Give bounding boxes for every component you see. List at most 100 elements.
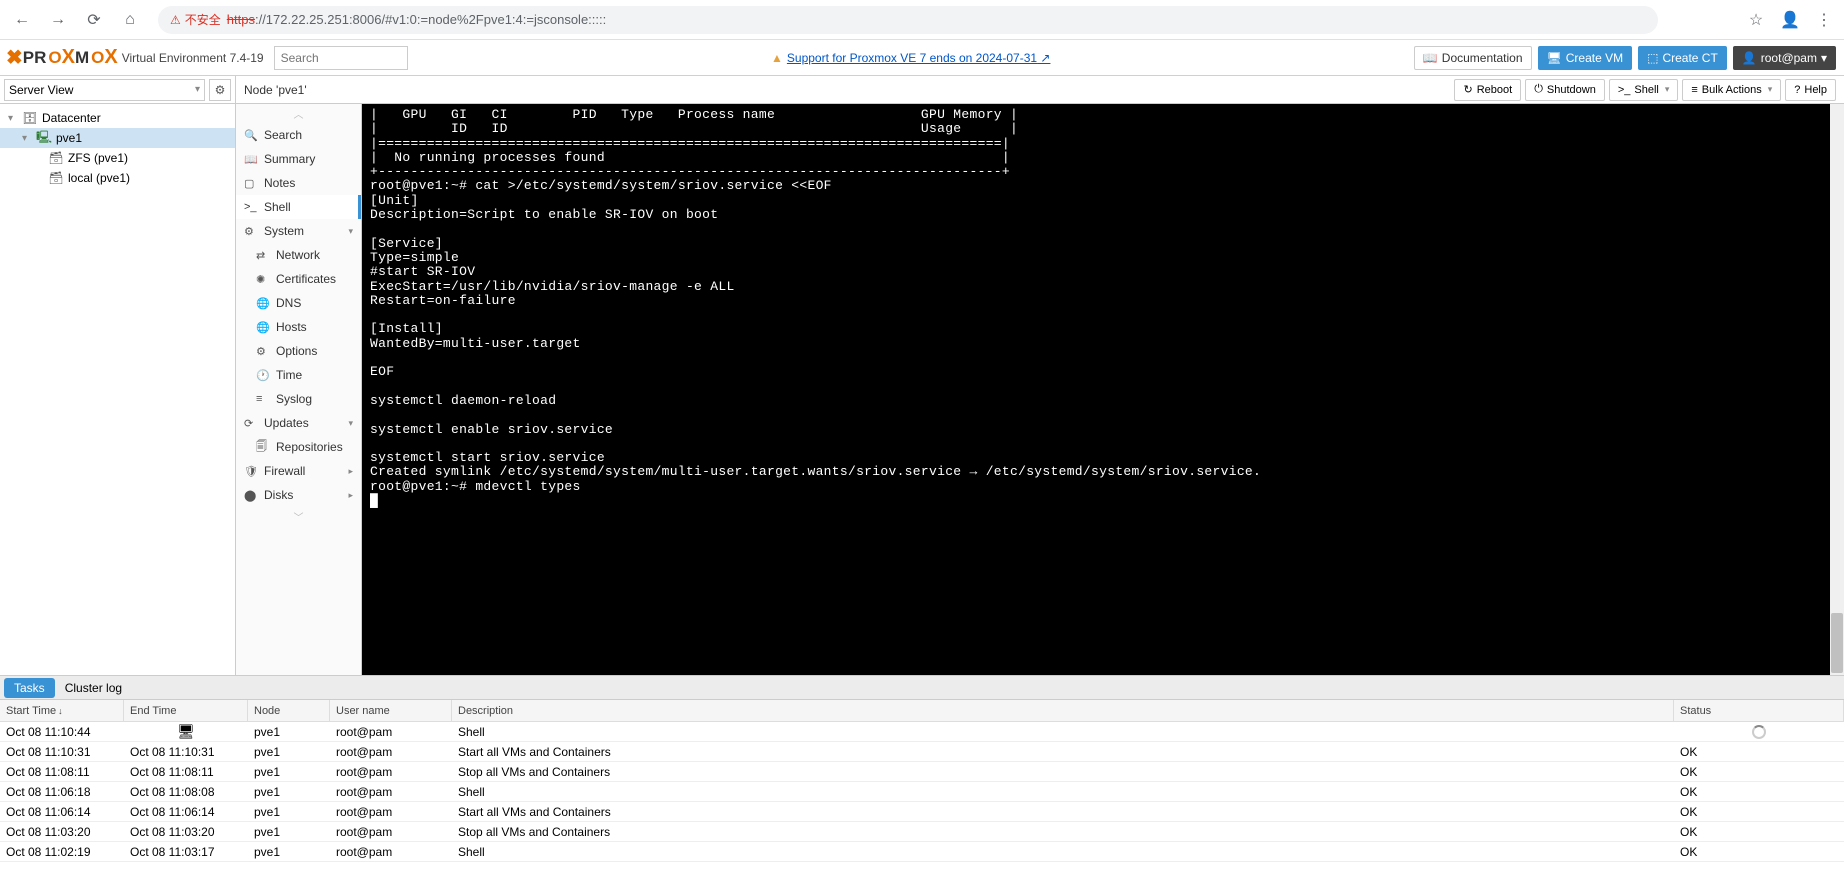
tree-item-label: pve1 — [56, 131, 82, 145]
menu-firewall[interactable]: 🛡Firewall▸ — [236, 459, 361, 483]
shell-dropdown-button[interactable]: >_Shell▾ — [1609, 79, 1679, 101]
table-row[interactable]: Oct 08 11:06:18Oct 08 11:08:08pve1root@p… — [0, 782, 1844, 802]
menu-updates[interactable]: ⟳Updates▾ — [236, 411, 361, 435]
globe-icon: 🌐 — [256, 321, 270, 334]
global-search-input[interactable] — [274, 46, 408, 70]
search-icon: 🔍 — [244, 129, 258, 142]
cell-user: root@pam — [330, 842, 452, 861]
server-icon: 🗄 — [22, 111, 38, 125]
cell-user: root@pam — [330, 782, 452, 801]
scrollbar-thumb[interactable] — [1831, 613, 1843, 673]
browser-back-button[interactable]: ← — [8, 6, 36, 34]
browser-reload-button[interactable]: ⟳ — [80, 6, 108, 34]
tree-settings-button[interactable]: ⚙ — [209, 79, 231, 101]
table-row[interactable]: Oct 08 11:03:20Oct 08 11:03:20pve1root@p… — [0, 822, 1844, 842]
cell-user: root@pam — [330, 722, 452, 741]
logo-text: O — [48, 48, 61, 68]
menu-time[interactable]: 🕐Time — [236, 363, 361, 387]
help-button[interactable]: ?Help — [1785, 79, 1836, 101]
shutdown-button[interactable]: ⏻Shutdown — [1525, 79, 1605, 101]
browser-forward-button[interactable]: → — [44, 6, 72, 34]
browser-menu-icon[interactable]: ⋮ — [1812, 8, 1836, 32]
reboot-button[interactable]: ↻Reboot — [1454, 79, 1521, 101]
col-header-start[interactable]: Start Time↓ — [0, 700, 124, 721]
tree-datacenter[interactable]: ▾ 🗄 Datacenter — [0, 108, 235, 128]
terminal-scrollbar[interactable] — [1830, 104, 1844, 675]
browser-url-bar[interactable]: ⚠ 不安全 https://172.22.25.251:8006/#v1:0:=… — [158, 6, 1658, 34]
cell-start: Oct 08 11:10:31 — [0, 742, 124, 761]
cell-end: 🖥 — [124, 722, 248, 741]
menu-label: Network — [276, 248, 320, 262]
menu-shell[interactable]: >_Shell — [236, 195, 361, 219]
menu-summary[interactable]: 📖Summary — [236, 147, 361, 171]
cell-desc: Stop all VMs and Containers — [452, 822, 1674, 841]
col-header-desc[interactable]: Description — [452, 700, 1674, 721]
sticky-note-icon: ▢ — [244, 177, 258, 190]
logo-text: X — [62, 46, 75, 69]
profile-icon[interactable]: 👤 — [1778, 8, 1802, 32]
table-row[interactable]: Oct 08 11:08:11Oct 08 11:08:11pve1root@p… — [0, 762, 1844, 782]
warning-triangle-icon: ▲ — [771, 51, 783, 65]
logo-text: PR — [23, 48, 47, 68]
user-menu-button[interactable]: 👤root@pam ▾ — [1733, 46, 1836, 70]
help-icon: ? — [1794, 84, 1800, 96]
tree-storage-zfs[interactable]: 🗃 ZFS (pve1) — [0, 148, 235, 168]
table-row[interactable]: Oct 08 11:02:19Oct 08 11:03:17pve1root@p… — [0, 842, 1844, 862]
shell-terminal[interactable]: | GPU GI CI PID Type Process name GPU Me… — [362, 104, 1844, 675]
scroll-up-hint[interactable]: ︿ — [236, 104, 361, 123]
bookmark-star-icon[interactable]: ☆ — [1744, 8, 1768, 32]
tree-storage-local[interactable]: 🗃 local (pve1) — [0, 168, 235, 188]
logo-x-icon: ✖ — [6, 45, 23, 70]
cube-icon: ⬚ — [1647, 51, 1658, 65]
table-row[interactable]: Oct 08 11:10:44🖥pve1root@pamShell — [0, 722, 1844, 742]
browser-home-button[interactable]: ⌂ — [116, 6, 144, 34]
menu-network[interactable]: ⇄ Network — [236, 243, 361, 267]
menu-hosts[interactable]: 🌐Hosts — [236, 315, 361, 339]
table-row[interactable]: Oct 08 11:10:31Oct 08 11:10:31pve1root@p… — [0, 742, 1844, 762]
cell-end: Oct 08 11:08:08 — [124, 782, 248, 801]
chevron-down-icon: ▾ — [195, 84, 200, 95]
menu-certificates[interactable]: ✺Certificates — [236, 267, 361, 291]
create-ct-button[interactable]: ⬚Create CT — [1638, 46, 1727, 70]
menu-disks[interactable]: ⬤Disks▸ — [236, 483, 361, 507]
monitor-icon: 🖥 — [177, 723, 195, 740]
bulk-actions-button[interactable]: ≡Bulk Actions▾ — [1682, 79, 1781, 101]
col-header-end[interactable]: End Time — [124, 700, 248, 721]
eol-warning-link[interactable]: Support for Proxmox VE 7 ends on 2024-07… — [787, 51, 1051, 65]
col-header-node[interactable]: Node — [248, 700, 330, 721]
view-selector-label: Server View — [9, 83, 73, 97]
cell-status: OK — [1674, 782, 1844, 801]
cell-status: OK — [1674, 802, 1844, 821]
menu-options[interactable]: ⚙Options — [236, 339, 361, 363]
cell-status — [1674, 722, 1844, 741]
scroll-down-hint[interactable]: ﹀ — [236, 507, 361, 526]
resource-tree-panel: Server View ▾ ⚙ ▾ 🗄 Datacenter ▾ 🖳 pve1 … — [0, 76, 236, 675]
documentation-button[interactable]: 📖Documentation — [1414, 46, 1532, 70]
tree-node-pve1[interactable]: ▾ 🖳 pve1 — [0, 128, 235, 148]
list-icon: ≡ — [256, 393, 270, 405]
menu-notes[interactable]: ▢Notes — [236, 171, 361, 195]
menu-repositories[interactable]: 🗐Repositories — [236, 435, 361, 459]
tab-tasks[interactable]: Tasks — [4, 678, 55, 698]
gear-icon: ⚙ — [215, 83, 226, 97]
menu-search[interactable]: 🔍Search — [236, 123, 361, 147]
network-icon: ⇄ — [256, 249, 270, 262]
expand-arrow-icon[interactable]: ▾ — [22, 133, 34, 144]
cell-end: Oct 08 11:08:11 — [124, 762, 248, 781]
node-menu: ︿ 🔍Search 📖Summary ▢Notes >_Shell ⚙Syste… — [236, 104, 362, 675]
menu-system[interactable]: ⚙System▾ — [236, 219, 361, 243]
create-vm-button[interactable]: 🖥Create VM — [1538, 46, 1633, 70]
cell-start: Oct 08 11:06:18 — [0, 782, 124, 801]
task-log-panel: Tasks Cluster log Start Time↓ End Time N… — [0, 675, 1844, 875]
table-row[interactable]: Oct 08 11:06:14Oct 08 11:06:14pve1root@p… — [0, 802, 1844, 822]
hdd-icon: ⬤ — [244, 489, 258, 502]
expand-arrow-icon[interactable]: ▾ — [8, 113, 20, 124]
menu-dns[interactable]: 🌐DNS — [236, 291, 361, 315]
proxmox-logo[interactable]: ✖ PROXMOX — [8, 45, 116, 70]
cell-node: pve1 — [248, 762, 330, 781]
tab-cluster-log[interactable]: Cluster log — [55, 678, 132, 698]
col-header-status[interactable]: Status — [1674, 700, 1844, 721]
view-selector[interactable]: Server View ▾ — [4, 79, 205, 101]
col-header-user[interactable]: User name — [330, 700, 452, 721]
menu-syslog[interactable]: ≡Syslog — [236, 387, 361, 411]
